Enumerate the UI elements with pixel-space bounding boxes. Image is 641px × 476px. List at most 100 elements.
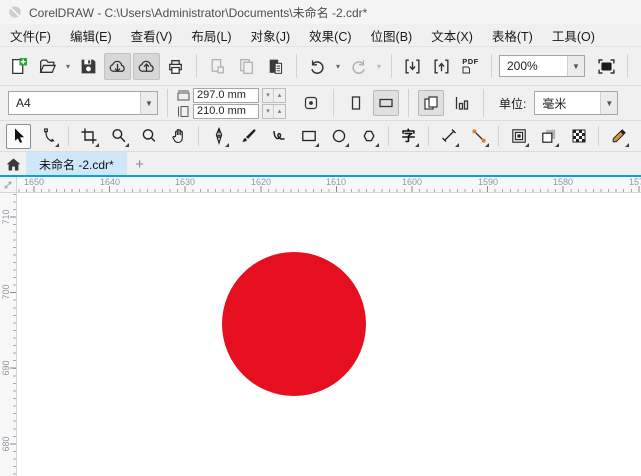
cut-icon — [211, 58, 224, 73]
print-icon — [169, 59, 182, 74]
menu-item-object[interactable]: 对象(J) — [251, 26, 291, 45]
landscape-button[interactable] — [373, 90, 399, 116]
all-pages-icon — [424, 96, 438, 110]
magnifier-icon — [142, 129, 155, 142]
text-tool[interactable]: 字 — [396, 124, 421, 149]
horizontal-ruler[interactable]: 1650 1640 1630 1620 1610 1600 1590 1580 … — [17, 177, 641, 193]
menu-item-edit[interactable]: 编辑(E) — [70, 26, 112, 45]
current-page-layers-button[interactable] — [448, 90, 474, 116]
undo-button[interactable] — [304, 53, 331, 80]
pan-tool[interactable] — [166, 124, 191, 149]
open-folder-icon — [39, 59, 57, 73]
print-button[interactable] — [162, 53, 189, 80]
drawing-canvas[interactable] — [17, 193, 641, 476]
vruler-label: 710 — [1, 209, 11, 225]
curve-icon — [272, 130, 285, 140]
ruler-origin-corner[interactable] — [0, 177, 17, 193]
menu-item-layout[interactable]: 布局(L) — [191, 26, 231, 45]
connector-icon — [472, 129, 485, 143]
welcome-home-button[interactable] — [0, 152, 26, 177]
hruler-label: 1650 — [23, 177, 45, 187]
pen-tool[interactable] — [206, 124, 231, 149]
red-circle-shape[interactable] — [222, 252, 366, 396]
page-width-icon — [177, 90, 190, 100]
units-combo[interactable]: 毫米 ▼ — [534, 91, 619, 115]
page-size-caret[interactable]: ▼ — [140, 92, 157, 114]
vertical-ruler[interactable]: 710 700 690 680 — [0, 193, 17, 476]
open-dropdown-caret[interactable]: ▾ — [63, 62, 73, 71]
export-button[interactable] — [428, 53, 455, 80]
document-tab-bar: 未命名 -2.cdr* + — [0, 152, 641, 177]
toolbox-separator — [598, 126, 599, 146]
new-tab-button[interactable]: + — [127, 152, 153, 177]
page-dimensions-group: 297.0 mm ▾ ▴ 210.0 mm ▾ ▴ — [177, 87, 286, 119]
contour-icon — [511, 129, 526, 143]
ellipse-tool[interactable] — [326, 124, 351, 149]
page-width-field[interactable]: 297.0 mm — [193, 87, 259, 103]
dimension-tool[interactable] — [436, 124, 461, 149]
cloud-open-button[interactable] — [104, 52, 131, 80]
toolbar-separator — [296, 54, 297, 78]
save-button[interactable] — [75, 53, 102, 80]
rectangle-tool[interactable] — [296, 124, 321, 149]
zoom-level-combo[interactable]: 200% ▼ — [499, 55, 585, 77]
polygon-tool[interactable] — [356, 124, 381, 149]
artistic-media-tool[interactable] — [236, 124, 261, 149]
document-tab-active[interactable]: 未命名 -2.cdr* — [26, 152, 127, 177]
cloud-save-button[interactable] — [133, 52, 160, 80]
page-width-stepper[interactable]: ▾ ▴ — [262, 87, 286, 103]
connector-tool[interactable] — [466, 124, 491, 149]
units-caret[interactable]: ▼ — [600, 92, 618, 114]
zoom-tool[interactable] — [106, 124, 131, 149]
menu-item-tools[interactable]: 工具(O) — [552, 26, 595, 45]
undo-dropdown-caret[interactable]: ▾ — [333, 62, 343, 71]
menu-item-effects[interactable]: 效果(C) — [309, 26, 351, 45]
landscape-icon — [379, 98, 393, 108]
open-button[interactable] — [34, 53, 61, 80]
full-screen-preview-button[interactable] — [593, 53, 620, 80]
crop-tool[interactable] — [76, 124, 101, 149]
paste-button[interactable] — [262, 53, 289, 80]
contour-tool[interactable] — [506, 124, 531, 149]
text-tool-icon: 字 — [401, 128, 416, 144]
show-rulers-button[interactable] — [635, 53, 641, 80]
drop-shadow-tool[interactable] — [536, 124, 561, 149]
vruler-label: 700 — [1, 284, 11, 300]
toolbar-separator — [196, 54, 197, 78]
transparency-tool[interactable] — [566, 124, 591, 149]
import-button[interactable] — [399, 53, 426, 80]
hruler-label: 1600 — [401, 177, 423, 187]
polygon-icon — [362, 130, 375, 142]
page-size-combo[interactable]: A4 ▼ — [8, 91, 158, 115]
canvas-row: 710 700 690 680 — [0, 193, 641, 476]
window-title: CorelDRAW - C:\Users\Administrator\Docum… — [29, 5, 368, 20]
menu-item-bitmaps[interactable]: 位图(B) — [371, 26, 413, 45]
curve-tool[interactable] — [266, 124, 291, 149]
hruler-label: 1640 — [99, 177, 121, 187]
new-document-button[interactable] — [5, 53, 32, 80]
toolbar-separator — [627, 54, 628, 78]
all-pages-button[interactable] — [418, 90, 444, 116]
zoom-combo-caret[interactable]: ▼ — [567, 56, 584, 76]
shape-tool[interactable] — [36, 124, 61, 149]
pick-tool[interactable] — [6, 123, 31, 149]
eyedropper-icon — [612, 129, 626, 143]
save-icon — [81, 59, 96, 73]
page-height-field[interactable]: 210.0 mm — [193, 103, 259, 119]
interactive-fill-tool[interactable] — [636, 124, 641, 149]
propbar-separator — [483, 89, 484, 117]
menu-item-table[interactable]: 表格(T) — [492, 26, 533, 45]
menu-item-file[interactable]: 文件(F) — [10, 26, 51, 45]
ellipse-icon — [332, 129, 345, 143]
page-dimensions-options-button[interactable] — [298, 90, 324, 116]
publish-pdf-icon: PDF — [462, 58, 479, 75]
zoom-alt-tool[interactable] — [136, 124, 161, 149]
hruler-label: 1570 — [628, 177, 641, 187]
page-height-stepper[interactable]: ▾ ▴ — [262, 103, 286, 119]
color-eyedropper-tool[interactable] — [606, 124, 631, 149]
ruler-origin-icon — [4, 181, 12, 188]
menu-item-view[interactable]: 查看(V) — [131, 26, 173, 45]
menu-item-text[interactable]: 文本(X) — [431, 26, 473, 45]
portrait-button[interactable] — [343, 90, 369, 116]
publish-pdf-button[interactable]: PDF — [457, 53, 484, 80]
